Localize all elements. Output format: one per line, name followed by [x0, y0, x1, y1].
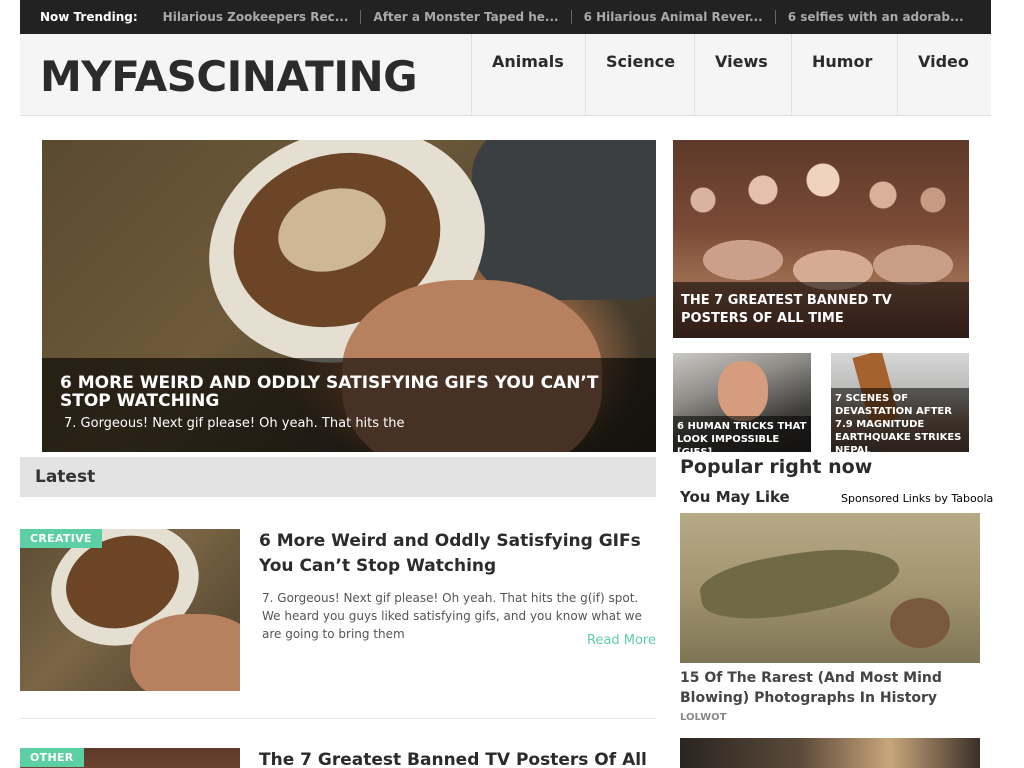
hero-image-sleeve	[472, 140, 656, 300]
feature-title[interactable]: The 7 Greatest Banned TV Posters Of All …	[673, 282, 969, 338]
article-thumbnail[interactable]: CREATIVE	[20, 529, 240, 691]
hero-caption: 6 More Weird and Oddly Satisfying GIFs Y…	[42, 358, 656, 452]
nav-item-animals[interactable]: Animals	[471, 34, 585, 116]
site-logo[interactable]: MYFASCINATING	[40, 52, 418, 101]
sponsored-image-monkey	[890, 598, 950, 648]
hero-title[interactable]: 6 More Weird and Oddly Satisfying GIFs Y…	[60, 374, 638, 410]
thumbnail-hand	[130, 614, 240, 691]
feature-title[interactable]: 7 Scenes of Devastation After 7.9 Magnit…	[831, 388, 969, 452]
hero-excerpt: 7. Gorgeous! Next gif please! Oh yeah. T…	[64, 416, 405, 431]
category-tag[interactable]: OTHER	[20, 748, 84, 767]
hero-feature[interactable]: 6 More Weird and Oddly Satisfying GIFs Y…	[42, 140, 656, 452]
nav-item-science[interactable]: Science	[585, 34, 694, 116]
category-tag[interactable]: CREATIVE	[20, 529, 102, 548]
sponsored-links-label[interactable]: Sponsored Links by Taboola	[841, 492, 993, 505]
article-item: OTHER The 7 Greatest Banned TV Posters O…	[20, 748, 656, 768]
feature-card-small[interactable]: 6 Human Tricks That Look Impossible [GIF…	[673, 353, 811, 452]
nav-item-humor[interactable]: Humor	[791, 34, 897, 116]
trending-link[interactable]: 6 selfies with an adorab...	[774, 10, 976, 24]
article-thumbnail[interactable]: OTHER	[20, 748, 240, 768]
trending-link[interactable]: 6 Hilarious Animal Rever...	[570, 10, 775, 24]
feature-title[interactable]: 6 Human Tricks That Look Impossible [GIF…	[673, 416, 811, 452]
trending-bar: Now Trending: Hilarious Zookeepers Rec..…	[20, 0, 991, 34]
nav-item-views[interactable]: Views	[694, 34, 791, 116]
main-nav: Animals Science Views Humor Video	[471, 34, 991, 116]
nav-item-video[interactable]: Video	[897, 34, 991, 116]
sponsored-title[interactable]: 15 Of The Rarest (And Most Mind Blowing)…	[680, 668, 980, 708]
sponsored-image[interactable]	[680, 513, 980, 663]
site-header: MYFASCINATING Animals Science Views Humo…	[20, 34, 991, 116]
read-more-link[interactable]: Read More	[587, 633, 656, 648]
article-item: CREATIVE 6 More Weird and Oddly Satisfyi…	[20, 529, 656, 719]
trending-label: Now Trending:	[40, 10, 138, 24]
feature-card-large[interactable]: The 7 Greatest Banned TV Posters Of All …	[673, 140, 969, 338]
popular-heading: Popular right now	[680, 456, 873, 478]
trending-link[interactable]: Hilarious Zookeepers Rec...	[163, 10, 361, 24]
article-body: 6 More Weird and Oddly Satisfying GIFs Y…	[259, 529, 656, 643]
you-may-like-heading: You May Like	[680, 488, 790, 506]
article-title[interactable]: The 7 Greatest Banned TV Posters Of All …	[259, 748, 656, 768]
sponsored-image[interactable]	[680, 738, 980, 768]
sponsored-source: LOLWOT	[680, 712, 727, 723]
sponsored-image-crocodile	[696, 536, 904, 630]
feature-card-small[interactable]: 7 Scenes of Devastation After 7.9 Magnit…	[831, 353, 969, 452]
latest-heading: Latest	[20, 457, 656, 497]
article-body: The 7 Greatest Banned TV Posters Of All …	[259, 748, 656, 768]
trending-list: Hilarious Zookeepers Rec... After a Mons…	[163, 10, 976, 24]
article-title[interactable]: 6 More Weird and Oddly Satisfying GIFs Y…	[259, 529, 656, 579]
feature-image	[718, 361, 768, 421]
trending-link[interactable]: After a Monster Taped he...	[360, 10, 570, 24]
